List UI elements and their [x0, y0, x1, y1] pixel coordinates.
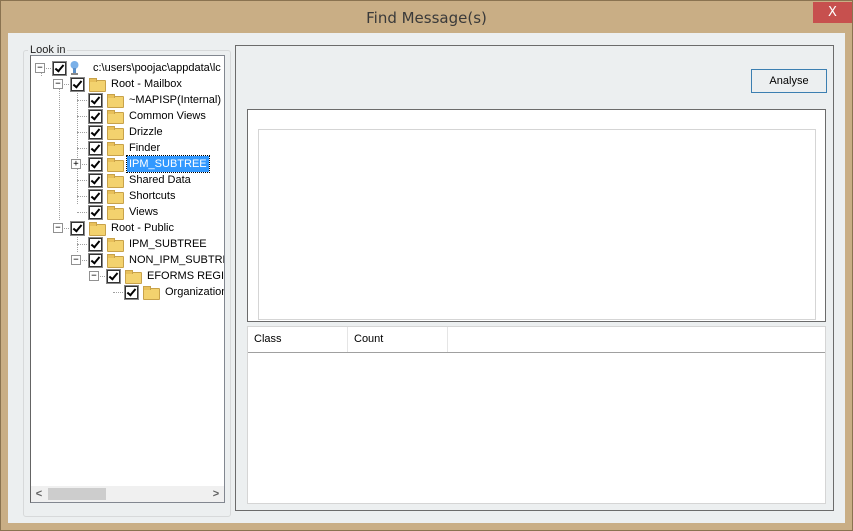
- tree-item[interactable]: ~MAPISP(Internal): [31, 92, 224, 108]
- folder-icon: [89, 222, 106, 236]
- folder-icon: [107, 158, 124, 172]
- folder-icon: [107, 190, 124, 204]
- tree-item[interactable]: − c:\users\poojac\appdata\lc: [31, 60, 224, 76]
- tree-item[interactable]: Organizational Forms: [31, 284, 224, 300]
- tree-item-label[interactable]: IPM_SUBTREE: [127, 236, 209, 252]
- window-title: Find Message(s): [366, 9, 487, 27]
- tree-line: [77, 100, 87, 101]
- checkbox[interactable]: [89, 254, 102, 267]
- tree-line: [77, 244, 87, 245]
- checkbox[interactable]: [53, 62, 66, 75]
- analysis-output-area: [247, 109, 826, 322]
- tree-item-label[interactable]: Shared Data: [127, 172, 193, 188]
- collapse-icon[interactable]: −: [71, 255, 81, 265]
- folder-icon: [107, 238, 124, 252]
- checkbox[interactable]: [89, 238, 102, 251]
- folder-icon: [89, 78, 106, 92]
- analyse-button[interactable]: Analyse: [751, 69, 827, 93]
- tree-line: [113, 292, 123, 293]
- tree-line: [77, 180, 87, 181]
- results-header: Class Count: [248, 327, 825, 353]
- computer-icon: [70, 61, 79, 75]
- tree-item[interactable]: Finder: [31, 140, 224, 156]
- tree-item[interactable]: Drizzle: [31, 124, 224, 140]
- title-bar[interactable]: Find Message(s) X: [1, 1, 852, 35]
- column-header-class[interactable]: Class: [248, 327, 348, 352]
- folder-icon: [107, 254, 124, 268]
- tree-item[interactable]: − EFORMS REGISTRY: [31, 268, 224, 284]
- checkbox[interactable]: [71, 222, 84, 235]
- tree-item[interactable]: Common Views: [31, 108, 224, 124]
- scroll-right-arrow[interactable]: >: [208, 486, 224, 502]
- checkbox[interactable]: [89, 158, 102, 171]
- tree-line: [77, 148, 87, 149]
- checkbox[interactable]: [89, 94, 102, 107]
- folder-icon: [107, 94, 124, 108]
- collapse-icon[interactable]: −: [53, 79, 63, 89]
- tree-item-label[interactable]: EFORMS REGISTRY: [145, 268, 224, 284]
- collapse-icon[interactable]: −: [53, 223, 63, 233]
- tree-item[interactable]: Shortcuts: [31, 188, 224, 204]
- tree-item-label[interactable]: Finder: [127, 140, 162, 156]
- folder-icon: [143, 286, 160, 300]
- tree-item-label[interactable]: Root - Mailbox: [109, 76, 184, 92]
- checkbox[interactable]: [89, 142, 102, 155]
- close-button[interactable]: X: [813, 2, 852, 23]
- tree-line: [77, 212, 87, 213]
- folder-icon: [125, 270, 142, 284]
- checkbox[interactable]: [89, 174, 102, 187]
- tree-item[interactable]: − Root - Mailbox: [31, 76, 224, 92]
- checkbox[interactable]: [89, 206, 102, 219]
- folder-icon: [107, 206, 124, 220]
- folder-icon: [107, 110, 124, 124]
- tree-item-label[interactable]: IPM_SUBTREE: [126, 155, 210, 173]
- tree-item-label[interactable]: c:\users\poojac\appdata\lc: [91, 60, 223, 76]
- checkbox[interactable]: [89, 190, 102, 203]
- tree-item[interactable]: − Root - Public: [31, 220, 224, 236]
- folder-icon: [107, 174, 124, 188]
- tree-item-label[interactable]: Common Views: [127, 108, 208, 124]
- tree-item-label[interactable]: Shortcuts: [127, 188, 177, 204]
- checkbox[interactable]: [89, 110, 102, 123]
- folder-icon: [107, 142, 124, 156]
- expand-icon[interactable]: +: [71, 159, 81, 169]
- tree-line: [77, 196, 87, 197]
- tree-item[interactable]: + IPM_SUBTREE: [31, 155, 224, 173]
- checkbox[interactable]: [89, 126, 102, 139]
- tree-item[interactable]: − NON_IPM_SUBTREE: [31, 252, 224, 268]
- horizontal-scrollbar[interactable]: < >: [31, 486, 224, 502]
- tree-item-label[interactable]: Root - Public: [109, 220, 176, 236]
- analysis-output-inner: [258, 129, 816, 320]
- tree-item-label[interactable]: Views: [127, 204, 160, 220]
- find-messages-window: Find Message(s) X Look in − c:\users\pooj…: [0, 0, 853, 531]
- tree-line: [77, 132, 87, 133]
- tree-line: [77, 116, 87, 117]
- tree-item-label[interactable]: ~MAPISP(Internal): [127, 92, 223, 108]
- tree-item[interactable]: IPM_SUBTREE: [31, 236, 224, 252]
- checkbox[interactable]: [107, 270, 120, 283]
- dialog-body: Look in − c:\users\poojac\appdata\lc − Root…: [8, 33, 845, 523]
- results-list[interactable]: Class Count: [247, 326, 826, 504]
- tree-item-label[interactable]: Drizzle: [127, 124, 165, 140]
- scroll-left-arrow[interactable]: <: [31, 486, 47, 502]
- folder-tree[interactable]: − c:\users\poojac\appdata\lc − Root - Mailb…: [30, 55, 225, 503]
- tree-item-label[interactable]: NON_IPM_SUBTREE: [127, 252, 224, 268]
- checkbox[interactable]: [71, 78, 84, 91]
- tree-item[interactable]: Shared Data: [31, 172, 224, 188]
- collapse-icon[interactable]: −: [89, 271, 99, 281]
- collapse-icon[interactable]: −: [35, 63, 45, 73]
- tree-item[interactable]: Views: [31, 204, 224, 220]
- column-header-count[interactable]: Count: [348, 327, 448, 352]
- folder-icon: [107, 126, 124, 140]
- tree-item-label[interactable]: Organizational Forms: [163, 284, 224, 300]
- checkbox[interactable]: [125, 286, 138, 299]
- scroll-thumb[interactable]: [48, 488, 106, 500]
